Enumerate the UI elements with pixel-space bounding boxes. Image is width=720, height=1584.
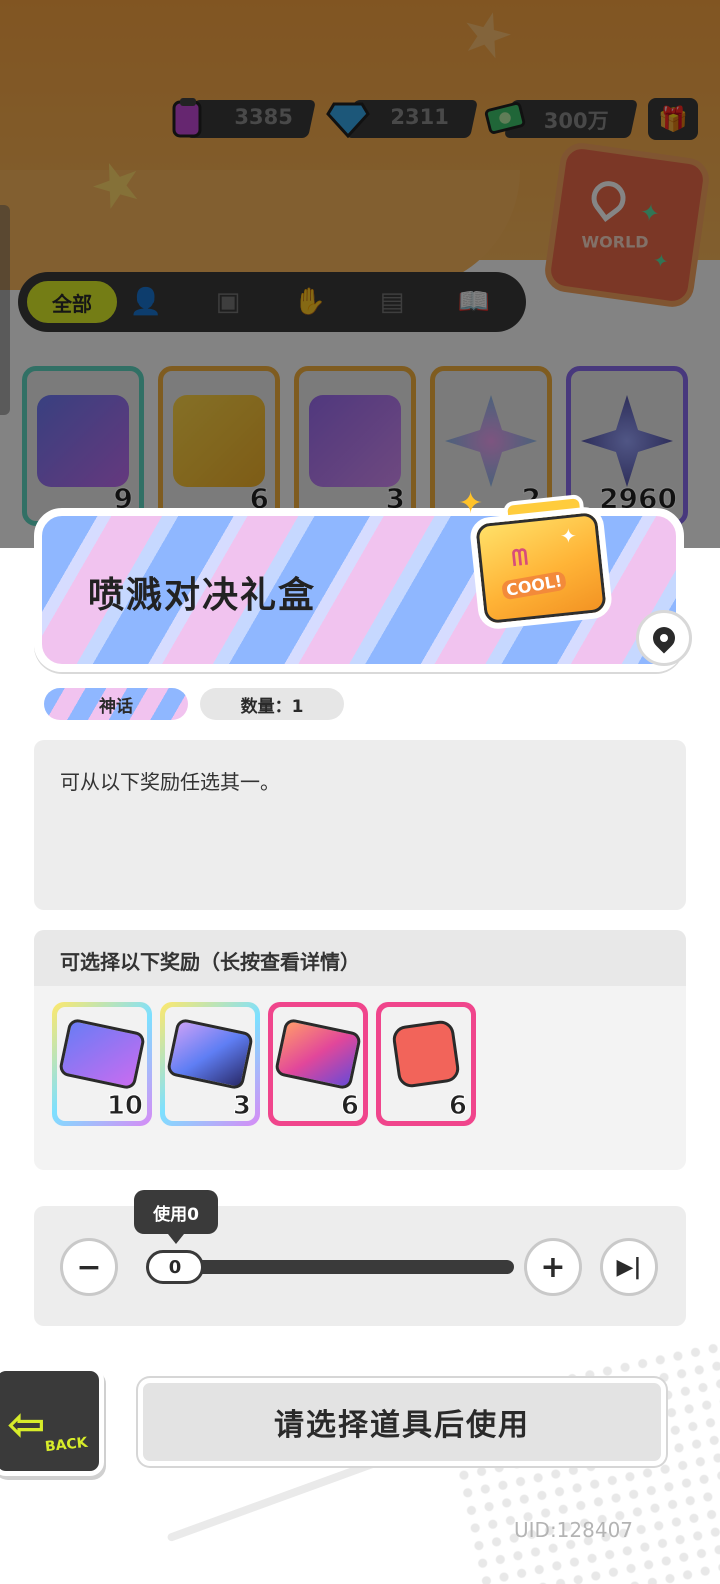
skip-to-end-icon: ▶| xyxy=(616,1254,642,1280)
reward-option[interactable]: 3 xyxy=(160,1002,260,1126)
sparkle-icon: ✦ xyxy=(560,524,577,548)
reward-option-inner: 10 xyxy=(57,1007,147,1121)
reward-option-inner: 6 xyxy=(273,1007,363,1121)
sparkle-icon: ✦ xyxy=(458,486,484,521)
reward-count: 6 xyxy=(448,1091,467,1122)
reward-option[interactable]: 10 xyxy=(52,1002,152,1126)
reward-option[interactable]: 6 xyxy=(376,1002,476,1126)
usage-slider-track[interactable] xyxy=(150,1260,514,1274)
reward-count: 3 xyxy=(232,1091,251,1122)
go-block-icon xyxy=(390,1018,462,1090)
increase-button[interactable]: + xyxy=(524,1238,582,1296)
description-text: 可从以下奖励任选其一。 xyxy=(60,770,280,794)
usage-slider-thumb[interactable]: 0 xyxy=(146,1250,204,1284)
reward-option[interactable]: 6 xyxy=(268,1002,368,1126)
ticket-icon xyxy=(57,1017,147,1091)
ticket-icon xyxy=(273,1017,363,1091)
reward-option-inner: 6 xyxy=(381,1007,471,1121)
reward-count: 10 xyxy=(106,1091,143,1122)
back-label: BACK xyxy=(44,1434,89,1456)
item-title: 喷溅对决礼盒 xyxy=(88,575,317,616)
plus-icon: + xyxy=(540,1249,566,1285)
minus-icon: − xyxy=(76,1249,102,1285)
ticket-icon xyxy=(165,1017,255,1091)
gift-box-icon: ✦ ᗰ ✦ COOL! xyxy=(458,486,620,634)
rarity-badge: 神话 xyxy=(44,688,188,720)
reward-selection: 可选择以下奖励（长按查看详情） 10 3 6 6 xyxy=(34,930,686,1170)
back-arrow-icon: ⇦ xyxy=(7,1397,46,1451)
description-box: 可从以下奖励任选其一。 xyxy=(34,740,686,910)
modal-overlay[interactable] xyxy=(0,0,720,548)
reward-option-inner: 3 xyxy=(165,1007,255,1121)
map-pin-icon xyxy=(648,622,680,654)
usage-tooltip: 使用0 xyxy=(134,1190,218,1244)
max-button[interactable]: ▶| xyxy=(600,1238,658,1296)
use-item-button[interactable]: 请选择道具后使用 xyxy=(138,1378,666,1466)
background-inventory: ★ ★ 3385 2311 300万 🎁 ✦ ✦ WORLD 全部 👤 ▣ ✋ … xyxy=(0,0,720,548)
box-body xyxy=(468,505,614,631)
locate-button[interactable] xyxy=(636,610,692,666)
decrease-button[interactable]: − xyxy=(60,1238,118,1296)
back-button[interactable]: ⇦ BACK xyxy=(0,1366,104,1476)
quantity-badge: 数量：1 xyxy=(200,688,344,720)
reward-count: 6 xyxy=(340,1091,359,1122)
cat-face-icon: ᗰ xyxy=(510,545,530,572)
reward-header: 可选择以下奖励（长按查看详情） xyxy=(34,930,686,986)
user-id: UID:128407 xyxy=(514,1518,634,1542)
reward-header-text: 可选择以下奖励（长按查看详情） xyxy=(60,950,360,974)
